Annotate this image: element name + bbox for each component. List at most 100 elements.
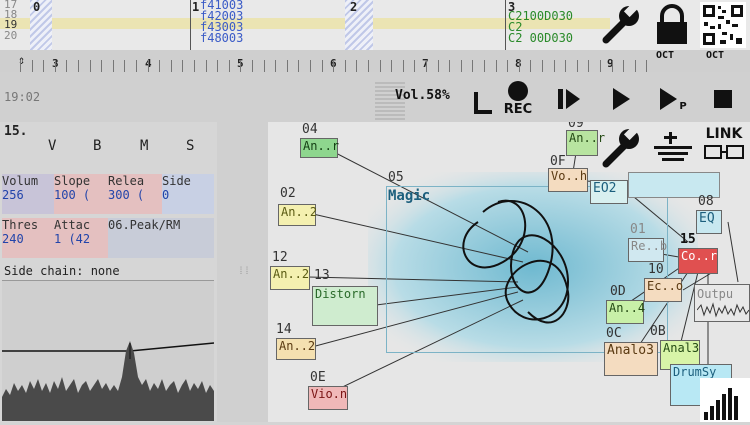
qr-code-icon[interactable]: [700, 2, 746, 48]
ruler-tick: [66, 60, 68, 72]
param-side[interactable]: Side 0: [162, 174, 214, 214]
play-from-start-icon: [558, 89, 580, 109]
record-label: REC: [503, 101, 533, 117]
column-v[interactable]: V: [48, 138, 56, 154]
play-pattern-button[interactable]: P: [654, 82, 690, 116]
node-output[interactable]: Outpu: [694, 284, 750, 322]
ruler-tick: [507, 60, 509, 72]
param-release[interactable]: Relea 300 (: [108, 174, 162, 214]
ruler-tick: [147, 60, 149, 72]
ruler-tick: [623, 60, 625, 72]
wrench-icon[interactable]: [598, 2, 644, 46]
node-id: 0C: [606, 326, 622, 341]
column-s[interactable]: S: [186, 138, 194, 154]
track-2-number: 2: [350, 0, 358, 14]
play-icon: [613, 88, 630, 110]
pattern-cell[interactable]: C2 00D030: [508, 32, 573, 44]
node-id: 13: [314, 268, 330, 283]
ruler-tick: [240, 60, 242, 72]
track-divider: [190, 0, 191, 50]
ruler-tick: [530, 60, 532, 72]
ruler-tick: [646, 60, 648, 72]
magic-module-frame[interactable]: [386, 186, 668, 353]
ruler-tick: [20, 60, 21, 72]
column-b[interactable]: B: [93, 138, 101, 154]
node-id: 04: [302, 122, 318, 137]
param-attack[interactable]: Attac 1 (42: [54, 218, 108, 258]
row-number: 20: [4, 29, 18, 42]
ruler-tick: [310, 60, 311, 72]
plus-minus-icon[interactable]: [650, 128, 696, 168]
node-analog-2[interactable]: An..2: [278, 204, 317, 226]
panel-splitter[interactable]: ⁞⁞: [217, 122, 268, 422]
node-analog-12[interactable]: An..2: [270, 266, 310, 290]
node-id: 14: [276, 322, 292, 337]
play-from-start-button[interactable]: [552, 82, 586, 116]
param-value: 256: [2, 188, 24, 202]
ruler-tick: [379, 60, 381, 72]
lock-icon[interactable]: [652, 4, 692, 46]
node-analog-14[interactable]: An..2: [276, 338, 316, 360]
param-value: 300 (: [108, 188, 145, 202]
ruler-tick: [101, 60, 103, 72]
node-eq[interactable]: EQ: [696, 210, 722, 234]
link-button[interactable]: LINK: [702, 126, 746, 168]
param-slope[interactable]: Slope 100 (: [54, 174, 108, 214]
module-graph[interactable]: 05 Magic 04 An..r 02 An..2 12 An..2 13 D…: [268, 122, 750, 422]
module-id: 15.: [4, 124, 28, 139]
param-threshold[interactable]: Thres 240: [2, 218, 54, 258]
ruler-tick: [495, 60, 497, 72]
node-violin[interactable]: Vio.n: [308, 386, 348, 410]
ruler-tick: [414, 60, 416, 72]
ruler-tick: [368, 60, 369, 72]
node-id: 10: [648, 262, 664, 277]
param-value: 100 (: [54, 188, 91, 202]
node-analog-0c[interactable]: Analo3: [604, 342, 658, 376]
column-m[interactable]: M: [140, 138, 148, 154]
pattern-editor[interactable]: 17 18 19 20 0 1 f41003 f42003 f43003 f48…: [0, 0, 750, 50]
param-value: 0: [162, 188, 170, 202]
ruler-tick: [402, 60, 404, 72]
node-distortion[interactable]: Distorn: [312, 286, 378, 326]
play-pattern-icon: [660, 88, 678, 110]
volume-display[interactable]: Vol.58%: [395, 88, 450, 103]
stop-icon: [714, 90, 732, 108]
param-name: 06.Peak/RM: [108, 218, 181, 232]
param-peak-rms[interactable]: 06.Peak/RM: [108, 218, 214, 258]
ruler-tick: [426, 60, 427, 72]
ruler-tick: [228, 60, 230, 72]
param-volume[interactable]: Volum 256: [2, 174, 54, 214]
link-label: LINK: [705, 126, 743, 142]
module-settings-icon[interactable]: [598, 124, 644, 170]
ruler-tick: [54, 60, 56, 72]
oct-plus-label: OCT: [706, 50, 725, 61]
param-name: Attac: [54, 218, 91, 232]
ruler-tick: [217, 60, 219, 72]
node-magic-label[interactable]: Magic: [388, 188, 430, 204]
node-eo2[interactable]: EO2: [590, 180, 628, 204]
node-vocoder[interactable]: Vo..h: [548, 168, 588, 192]
node-id: 02: [280, 186, 296, 201]
node-analog-0d[interactable]: An..4: [606, 300, 645, 324]
compressor-visualizer: [2, 280, 215, 421]
pattern-cell[interactable]: f48003: [200, 32, 243, 44]
ruler-tick: [286, 60, 288, 72]
spectrum-icon[interactable]: [700, 378, 750, 422]
node-compressor[interactable]: Co..r: [678, 248, 718, 274]
timeline-ruler[interactable]: ⇕ 3 4 5 6 7 8 9 OCT OCT: [0, 50, 750, 73]
ruler-mark: 9: [607, 57, 614, 70]
record-icon: [508, 80, 528, 101]
ruler-tick: [136, 60, 137, 72]
record-button[interactable]: REC: [500, 76, 536, 120]
node-analog-9[interactable]: An..r: [566, 130, 605, 156]
node-analog-1[interactable]: An..r: [300, 138, 339, 158]
play-button[interactable]: [604, 82, 638, 116]
node-reverb[interactable]: Re..b: [628, 238, 667, 262]
node-echo[interactable]: Ec..o: [644, 278, 683, 302]
ruler-tick: [159, 60, 161, 72]
level-meter-base: [478, 110, 492, 114]
drag-handle-icon[interactable]: ⁞⁞: [238, 266, 250, 278]
side-chain-label[interactable]: Side chain: none: [4, 264, 120, 278]
param-name: Thres: [2, 218, 39, 232]
stop-button[interactable]: [708, 84, 738, 114]
